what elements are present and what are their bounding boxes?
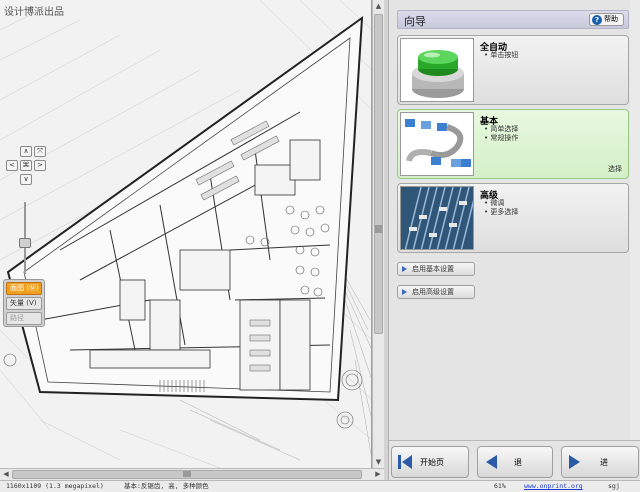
help-button[interactable]: ? 帮助 — [589, 13, 624, 26]
panel-header: 向导 ? 帮助 — [397, 10, 629, 29]
expand-arrow-icon — [402, 266, 407, 272]
back-button[interactable]: 退 — [477, 446, 553, 478]
wizard-panel: 向导 ? 帮助 全自动 单击按钮 — [388, 0, 640, 480]
back-label: 退 — [514, 458, 522, 467]
mode-card-advanced[interactable]: 高级 微调 更多选择 — [397, 183, 629, 253]
viewer-vertical-scrollbar[interactable]: ▲ ▼ — [372, 0, 384, 468]
pan-controls: ∧ ⤧ < ⌘ > ∨ — [4, 146, 48, 188]
card-bullet: 简单选择 — [484, 125, 518, 134]
back-arrow-icon — [486, 455, 497, 469]
vertical-scroll-thumb[interactable] — [374, 14, 383, 334]
start-page-label: 开始页 — [420, 458, 444, 467]
card-bullets-basic: 简单选择 常规操作 — [484, 125, 518, 143]
image-dimensions: 1160x1109 (1.3 megapixel) — [6, 482, 104, 490]
vertical-scroll-grip — [375, 225, 382, 233]
mode-card-automatic[interactable]: 全自动 单击按钮 — [397, 35, 629, 105]
next-button[interactable]: 进 — [561, 446, 639, 478]
scroll-up-arrow-icon[interactable]: ▲ — [373, 0, 384, 12]
panel-title: 向导 — [404, 15, 426, 28]
help-label: 帮助 — [604, 15, 618, 23]
pan-down-button[interactable]: ∨ — [20, 174, 32, 185]
card-bullet: 更多选择 — [484, 208, 518, 217]
expand-arrow-icon — [402, 289, 407, 295]
user-name: sgj — [608, 482, 620, 490]
floor-plan-drawing — [0, 0, 371, 468]
watermark-text: 设计博派出品 — [4, 7, 64, 18]
view-mode-path[interactable]: 路径 — [6, 312, 42, 325]
select-label[interactable]: 选择 — [608, 164, 622, 174]
view-mode-raster[interactable]: 面图 (Ⓜ) — [6, 282, 42, 295]
next-arrow-icon — [569, 455, 580, 469]
zoom-slider-thumb[interactable] — [19, 238, 31, 248]
button-label: 启用高级设置 — [412, 288, 454, 296]
status-bar: 1160x1109 (1.3 megapixel) 基本:反锯齿, 高, 多种颜… — [0, 480, 640, 492]
workflow-diagram-icon — [400, 112, 474, 176]
mode-card-basic[interactable]: 基本 简单选择 常规操作 选择 — [397, 109, 629, 179]
pan-up-button[interactable]: ∧ — [20, 146, 32, 157]
horizontal-scroll-grip — [183, 471, 191, 477]
center-view-button[interactable]: ⌘ — [20, 160, 32, 171]
enable-basic-settings-button[interactable]: 启用基本设置 — [397, 262, 475, 276]
scroll-down-arrow-icon[interactable]: ▼ — [373, 456, 384, 468]
card-bullet: 单击按钮 — [484, 51, 518, 60]
pan-right-button[interactable]: > — [34, 160, 46, 171]
fit-view-button[interactable]: ⤧ — [34, 146, 46, 157]
view-mode-vector[interactable]: 矢量 (V) — [6, 297, 42, 310]
view-mode-selector: 面图 (Ⓜ) 矢量 (V) 路径 — [3, 279, 45, 327]
next-label: 进 — [600, 458, 608, 467]
enable-advanced-settings-button[interactable]: 启用高级设置 — [397, 285, 475, 299]
card-bullet: 微调 — [484, 199, 518, 208]
card-bullet: 常规操作 — [484, 134, 518, 143]
scroll-right-arrow-icon[interactable]: ▶ — [372, 469, 384, 480]
scroll-left-arrow-icon[interactable]: ◀ — [0, 469, 12, 480]
zoom-level: 61% — [494, 482, 506, 490]
viewer-horizontal-scrollbar[interactable]: ◀ ▶ — [0, 468, 384, 480]
image-viewer[interactable]: 设计博派出品 ∧ ⤧ < ⌘ > ∨ 面图 (Ⓜ) 矢量 (V) 路径 — [0, 0, 372, 468]
card-bullets-automatic: 单击按钮 — [484, 51, 518, 60]
help-icon: ? — [592, 14, 602, 25]
first-page-icon — [398, 455, 412, 469]
render-mode: 基本:反锯齿, 高, 多种颜色 — [124, 482, 209, 490]
green-button-icon — [400, 38, 474, 102]
website-link[interactable]: www.onprint.org — [524, 481, 583, 492]
footer-divider — [389, 440, 640, 441]
card-bullets-advanced: 微调 更多选择 — [484, 199, 518, 217]
mixer-faders-icon — [400, 186, 474, 250]
pan-left-button[interactable]: < — [6, 160, 18, 171]
button-label: 启用基本设置 — [412, 265, 454, 273]
panel-scrollbar[interactable] — [630, 0, 640, 440]
start-page-button[interactable]: 开始页 — [391, 446, 469, 478]
